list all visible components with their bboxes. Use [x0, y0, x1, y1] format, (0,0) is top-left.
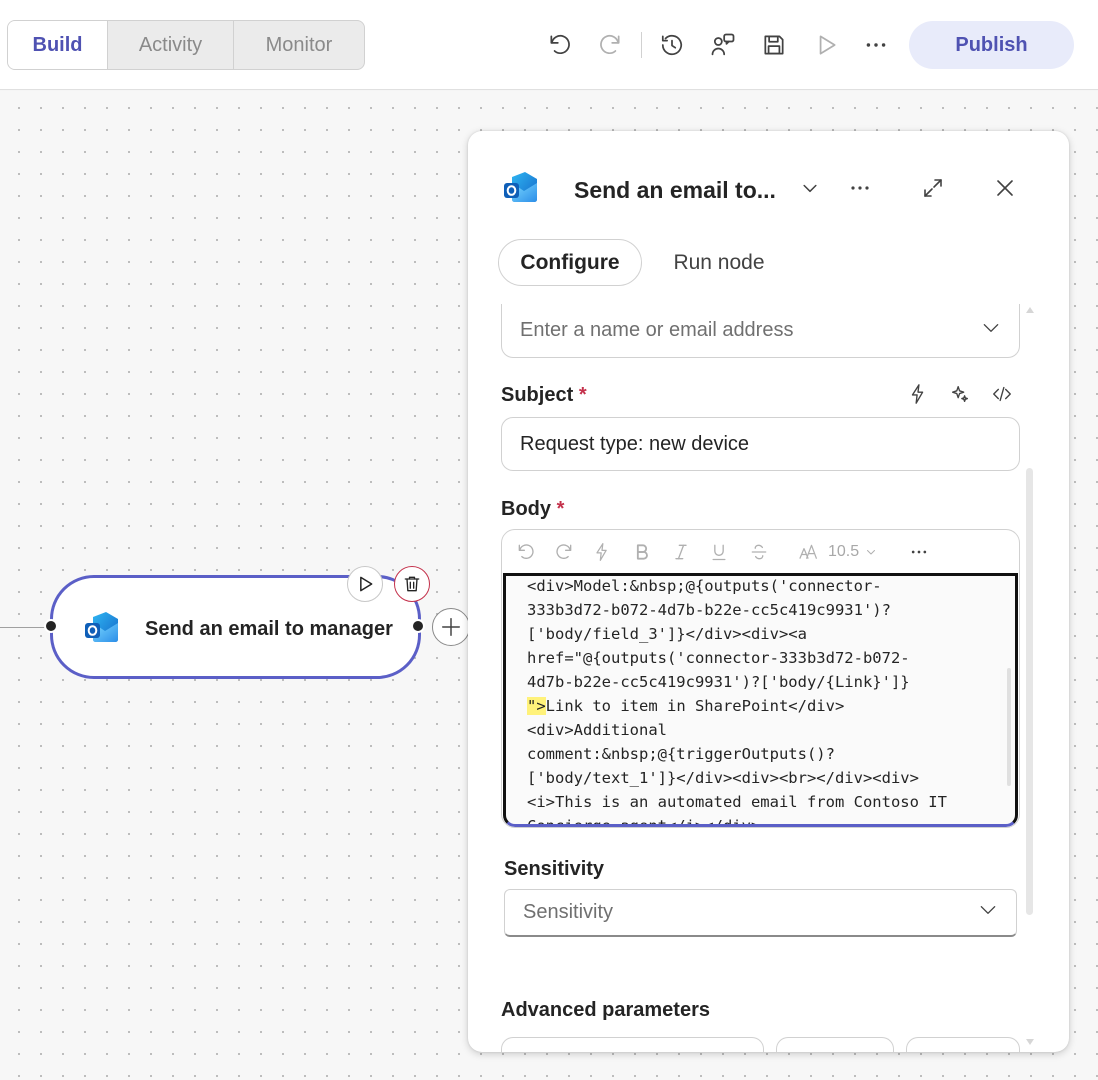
- properties-panel: Send an email to... Configure Run node E…: [468, 131, 1069, 1052]
- advanced-clear-all-button[interactable]: [906, 1037, 1020, 1052]
- close-icon[interactable]: [990, 173, 1020, 203]
- trash-icon: [404, 576, 420, 592]
- tab-build[interactable]: Build: [8, 21, 108, 69]
- top-toolbar: Build Activity Monitor Publish: [0, 0, 1098, 90]
- font-size-select[interactable]: 10.5: [828, 539, 886, 565]
- advanced-show-all-button[interactable]: [776, 1037, 894, 1052]
- chevron-down-icon[interactable]: [978, 900, 998, 926]
- redo-icon[interactable]: [595, 30, 625, 60]
- subject-label: Subject *: [501, 384, 587, 406]
- toolbar-divider: [641, 32, 642, 58]
- dynamic-content-icon[interactable]: [903, 379, 933, 409]
- tab-run-node[interactable]: Run node: [664, 239, 774, 286]
- subject-input[interactable]: Request type: new device: [501, 417, 1020, 471]
- dynamic-content-icon[interactable]: [590, 539, 614, 565]
- tab-configure[interactable]: Configure: [498, 239, 642, 286]
- code-line: ['body/field_3']}</div><div><a: [527, 625, 807, 643]
- code-line: Concierge agent</i></div>: [527, 817, 761, 827]
- to-recipient-input[interactable]: Enter a name or email address: [501, 304, 1020, 358]
- code-line: ['body/text_1']}</div><div><br></div><di…: [527, 769, 919, 787]
- strikethrough-icon[interactable]: [747, 539, 771, 565]
- node-run-button[interactable]: [347, 566, 383, 602]
- body-format-toolbar: 10.5: [502, 530, 1019, 573]
- chevron-down-icon[interactable]: [795, 173, 825, 203]
- undo-icon[interactable]: [545, 30, 575, 60]
- more-icon[interactable]: [861, 30, 891, 60]
- save-icon[interactable]: [759, 30, 789, 60]
- italic-icon[interactable]: [669, 539, 693, 565]
- body-code-editor[interactable]: <div>Model:&nbsp;@{outputs('connector- 3…: [503, 573, 1018, 827]
- bold-icon[interactable]: [630, 539, 654, 565]
- code-line: comment:&nbsp;@{triggerOutputs()?: [527, 745, 835, 763]
- node-input-handle[interactable]: [44, 619, 58, 633]
- underline-icon[interactable]: [707, 539, 731, 565]
- code-view-icon[interactable]: [987, 379, 1017, 409]
- scroll-up-arrow[interactable]: [1026, 307, 1034, 313]
- sensitivity-label: Sensitivity: [504, 858, 605, 880]
- code-line: ">Link to item in SharePoint</div>: [527, 697, 845, 715]
- more-icon[interactable]: [907, 539, 931, 565]
- code-line: <i>This is an automated email from Conto…: [527, 793, 947, 811]
- advanced-parameters-label: Advanced parameters: [501, 999, 710, 1021]
- to-placeholder: Enter a name or email address: [520, 319, 794, 341]
- code-line: 333b3d72-b072-4d7b-b22e-cc5c419c9931')?: [527, 601, 891, 619]
- test-run-icon[interactable]: [811, 30, 841, 60]
- advanced-parameters-dropdown[interactable]: [501, 1037, 764, 1052]
- add-node-button[interactable]: [432, 608, 470, 646]
- body-label: Body *: [501, 498, 565, 520]
- tab-monitor[interactable]: Monitor: [234, 21, 364, 69]
- code-scrollbar[interactable]: [1007, 668, 1011, 786]
- code-line: <div>Additional: [527, 721, 667, 739]
- code-line: 4d7b-b22e-cc5c419c9931')?['body/{Link}']…: [527, 673, 910, 691]
- sensitivity-dropdown[interactable]: Sensitivity: [504, 889, 1017, 937]
- code-line: <div>Model:&nbsp;@{outputs('connector-: [527, 577, 882, 595]
- tab-activity[interactable]: Activity: [108, 21, 234, 69]
- node-delete-button[interactable]: [394, 566, 430, 602]
- node-label: Send an email to manager: [145, 618, 393, 640]
- agent-chat-icon[interactable]: [708, 30, 738, 60]
- node-output-handle[interactable]: [411, 619, 425, 633]
- redo-icon[interactable]: [552, 539, 576, 565]
- publish-button[interactable]: Publish: [909, 21, 1074, 69]
- body-editor: 10.5 <div>Model:&nbsp;@{outputs('connect…: [501, 529, 1020, 828]
- subject-value: Request type: new device: [520, 432, 750, 455]
- code-line: href="@{outputs('connector-333b3d72-b072…: [527, 649, 910, 667]
- history-icon[interactable]: [657, 30, 687, 60]
- incoming-edge: [0, 627, 50, 628]
- panel-scrollbar[interactable]: [1026, 468, 1033, 915]
- sensitivity-placeholder: Sensitivity: [523, 901, 614, 923]
- scroll-down-arrow[interactable]: [1026, 1039, 1034, 1045]
- code-highlight: ">: [527, 697, 546, 715]
- expand-icon[interactable]: [918, 173, 948, 203]
- copilot-sparkle-icon[interactable]: [945, 379, 975, 409]
- chevron-down-icon[interactable]: [981, 318, 1001, 344]
- undo-icon[interactable]: [514, 539, 538, 565]
- more-icon[interactable]: [845, 173, 875, 203]
- outlook-icon: [502, 171, 540, 210]
- font-size-icon[interactable]: [797, 539, 821, 565]
- plus-icon: [442, 618, 460, 636]
- view-switcher: Build Activity Monitor: [7, 20, 365, 70]
- outlook-icon: [83, 611, 121, 650]
- panel-title: Send an email to...: [574, 177, 776, 203]
